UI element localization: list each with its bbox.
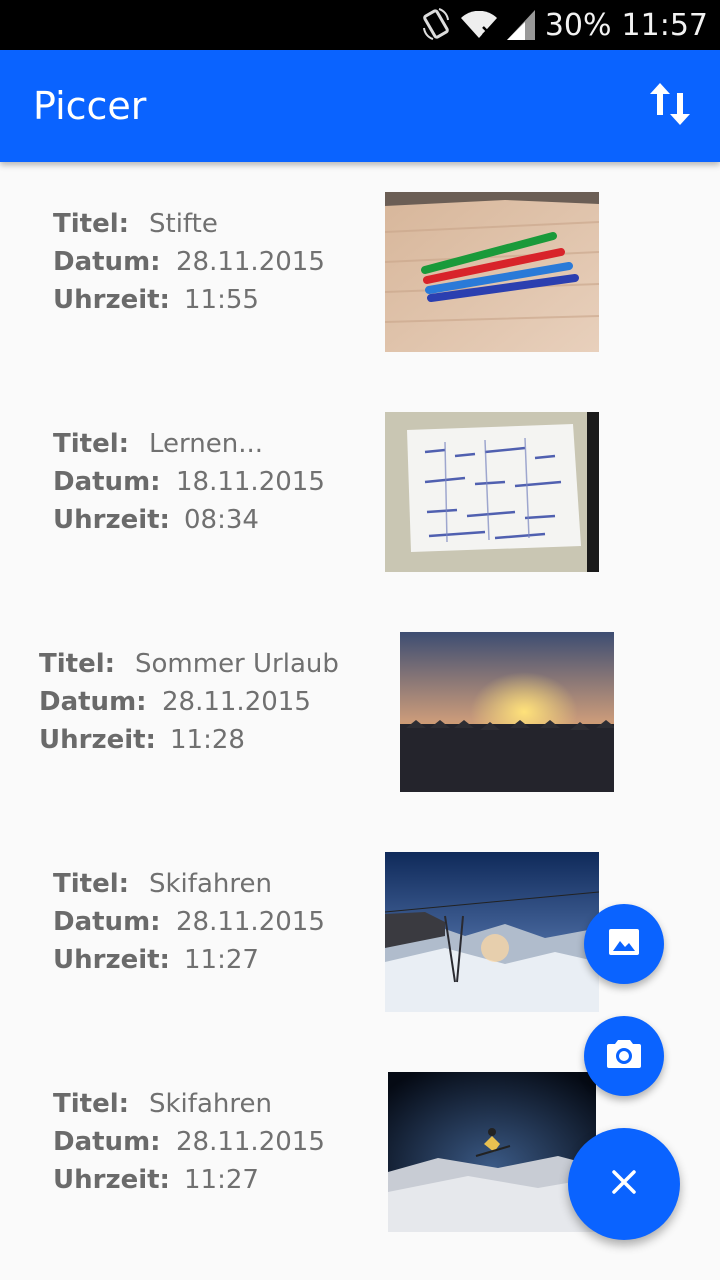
date-label: Datum: [39,687,147,717]
thumbnail-skier-jump[interactable] [388,1072,596,1232]
sort-button[interactable] [642,78,698,134]
sort-arrows-icon [648,79,692,134]
item-date: 28.11.2015 [176,247,325,277]
date-label: Datum: [53,467,161,497]
thumbnail-ski-lift[interactable] [385,852,599,1012]
item-time: 11:28 [170,725,245,755]
title-label: Titel: [53,209,130,239]
time-label: Uhrzeit: [53,1165,170,1195]
item-meta: Titel: Lernen... Datum: 18.11.2015 Uhrzeit… [53,425,325,539]
item-time: 08:34 [184,505,259,535]
photo-list: Titel: Stifte Datum: 28.11.2015 Uhrzeit: 11… [0,162,720,1280]
camera-icon [606,1038,642,1075]
close-fab-button[interactable] [568,1128,680,1240]
gallery-button[interactable] [584,904,664,984]
item-date: 18.11.2015 [176,467,325,497]
date-label: Datum: [53,247,161,277]
time-label: Uhrzeit: [53,505,170,535]
item-title: Skifahren [149,869,272,899]
thumbnail-notes[interactable] [385,412,599,572]
signal-icon [506,10,535,40]
item-title: Stifte [149,209,218,239]
status-bar: 30% 11:57 [0,0,720,50]
title-label: Titel: [53,429,130,459]
battery-percent: 30% [544,7,612,43]
list-item[interactable]: Titel: Sommer Urlaub Datum: 28.11.2015 Uhr… [0,602,720,822]
date-label: Datum: [53,907,161,937]
item-time: 11:27 [184,1165,259,1195]
item-time: 11:55 [184,285,259,315]
item-meta: Titel: Skifahren Datum: 28.11.2015 Uhrzeit… [53,1085,325,1199]
time-label: Uhrzeit: [53,285,170,315]
list-item[interactable]: Titel: Lernen... Datum: 18.11.2015 Uhrzeit… [0,382,720,602]
item-date: 28.11.2015 [176,1127,325,1157]
item-meta: Titel: Skifahren Datum: 28.11.2015 Uhrzeit… [53,865,325,979]
time-label: Uhrzeit: [53,945,170,975]
date-label: Datum: [53,1127,161,1157]
title-label: Titel: [39,649,116,679]
rotation-icon [421,8,451,42]
thumbnail-pens[interactable] [385,192,599,352]
title-label: Titel: [53,869,130,899]
item-meta: Titel: Stifte Datum: 28.11.2015 Uhrzeit: 11… [53,205,325,319]
close-icon [611,1169,637,1200]
status-icons: 30% 11:57 [421,0,708,50]
item-date: 28.11.2015 [176,907,325,937]
clock: 11:57 [621,7,708,43]
image-icon [607,925,641,964]
item-title: Sommer Urlaub [135,649,339,679]
thumbnail-sunset[interactable] [400,632,614,792]
item-title: Skifahren [149,1089,272,1119]
item-time: 11:27 [184,945,259,975]
item-title: Lernen... [149,429,264,459]
camera-button[interactable] [584,1016,664,1096]
app-title: Piccer [33,84,147,128]
item-meta: Titel: Sommer Urlaub Datum: 28.11.2015 Uhr… [39,645,339,759]
list-item[interactable]: Titel: Stifte Datum: 28.11.2015 Uhrzeit: 11… [0,162,720,382]
title-label: Titel: [53,1089,130,1119]
time-label: Uhrzeit: [39,725,156,755]
wifi-icon [460,11,497,39]
item-date: 28.11.2015 [162,687,311,717]
app-bar: Piccer [0,50,720,162]
